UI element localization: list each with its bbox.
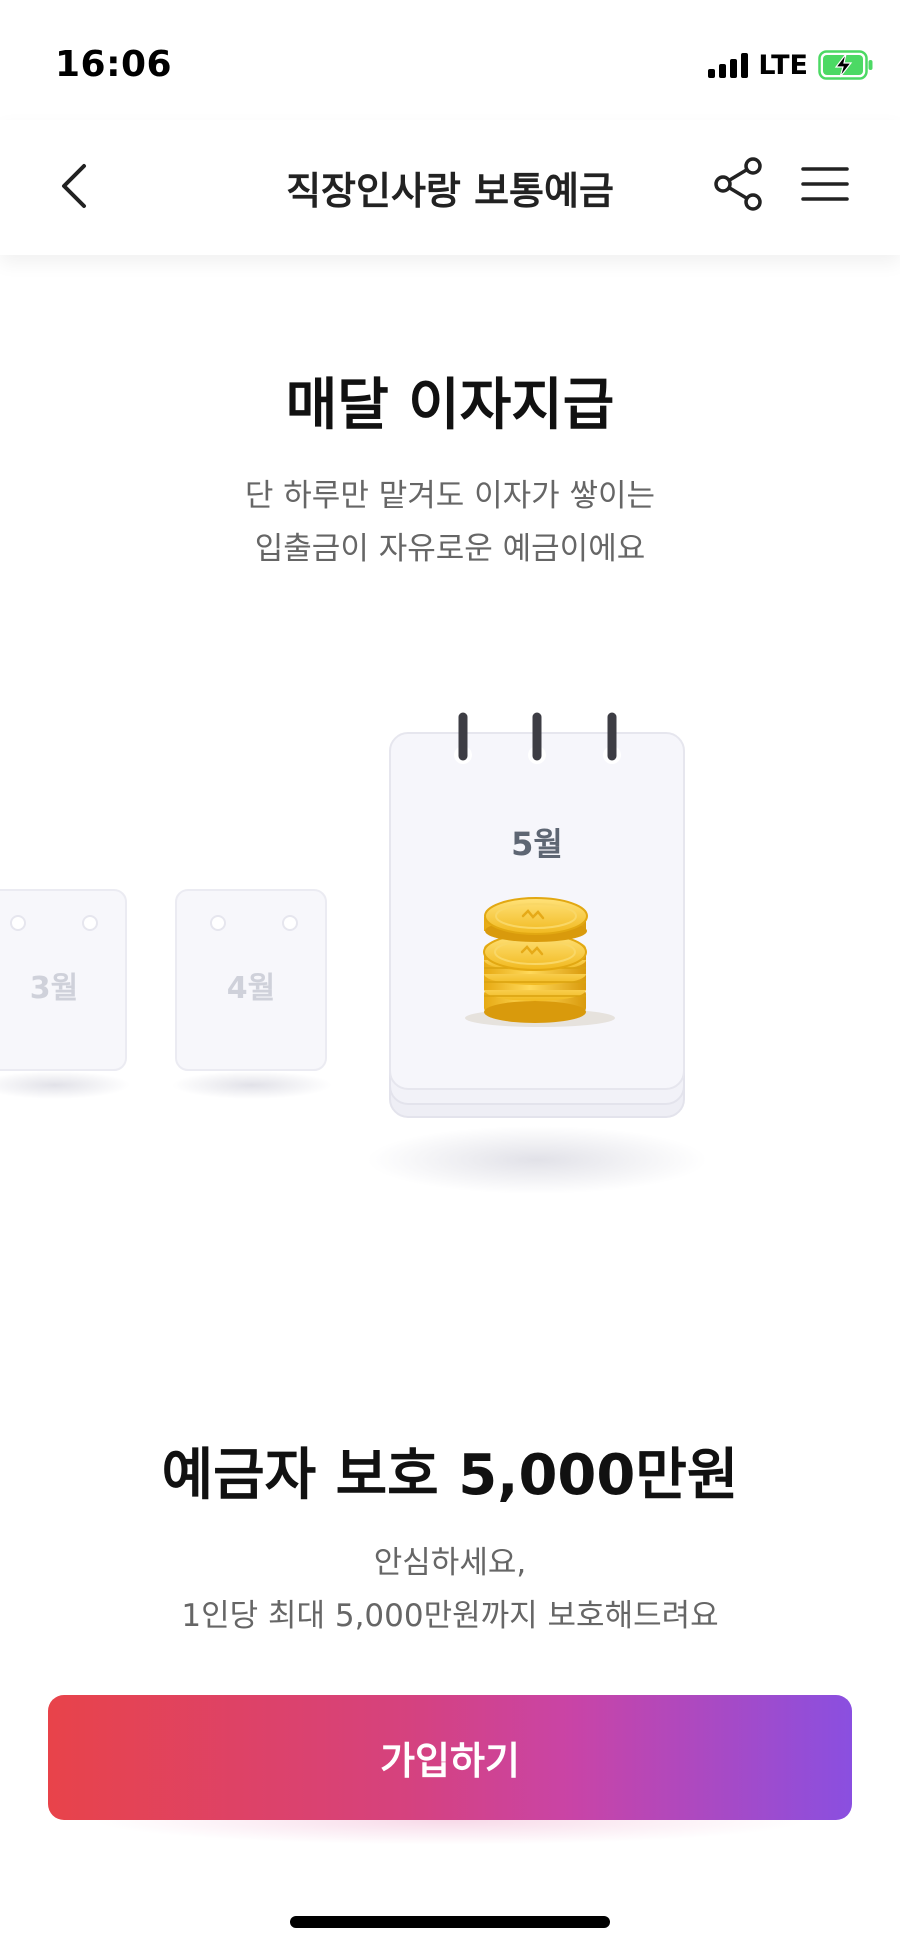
home-indicator[interactable] <box>290 1916 610 1928</box>
hero-subtitle-line: 단 하루만 맡겨도 이자가 쌓이는 <box>244 478 656 514</box>
protection-subtitle: 안심하세요, 1인당 최대 5,000만원까지 보호해드려요 <box>0 1537 900 1643</box>
signal-icon <box>708 52 749 78</box>
protection-title: 예금자 보호 5,000만원 <box>161 1443 739 1508</box>
protection-subtitle-line: 1인당 최대 5,000만원까지 보호해드려요 <box>181 1598 719 1634</box>
hero-title: 매달 이자지급 <box>285 373 615 438</box>
calendar-page-april: 4월 <box>172 889 332 1099</box>
network-label: LTE <box>758 49 808 81</box>
calendar-page-march: 3월 <box>0 889 130 1099</box>
navigation-bar: 직장인사랑 보통예금 <box>0 120 900 255</box>
calendar-month-label: 4월 <box>227 971 275 1006</box>
hero-subtitle-line: 입출금이 자유로운 예금이에요 <box>254 531 646 567</box>
battery-charging-icon <box>818 50 873 80</box>
calendar-month-label: 3월 <box>30 971 78 1006</box>
status-time: 16:06 <box>55 44 173 85</box>
status-indicators: LTE <box>708 48 874 82</box>
calendar-month-label: 5월 <box>511 825 563 863</box>
protection-subtitle-line: 안심하세요, <box>373 1545 527 1581</box>
calendar-page-may: 5월 <box>367 712 707 1194</box>
status-bar: 16:06 LTE <box>0 0 900 120</box>
hamburger-menu-icon[interactable] <box>795 154 855 214</box>
hero-subtitle: 단 하루만 맡겨도 이자가 쌓이는 입출금이 자유로운 예금이에요 <box>0 470 900 576</box>
join-button[interactable]: 가입하기 <box>48 1695 852 1820</box>
calendar-illustration: 3월 4월 5월 <box>0 712 707 1194</box>
share-icon[interactable] <box>708 154 768 214</box>
